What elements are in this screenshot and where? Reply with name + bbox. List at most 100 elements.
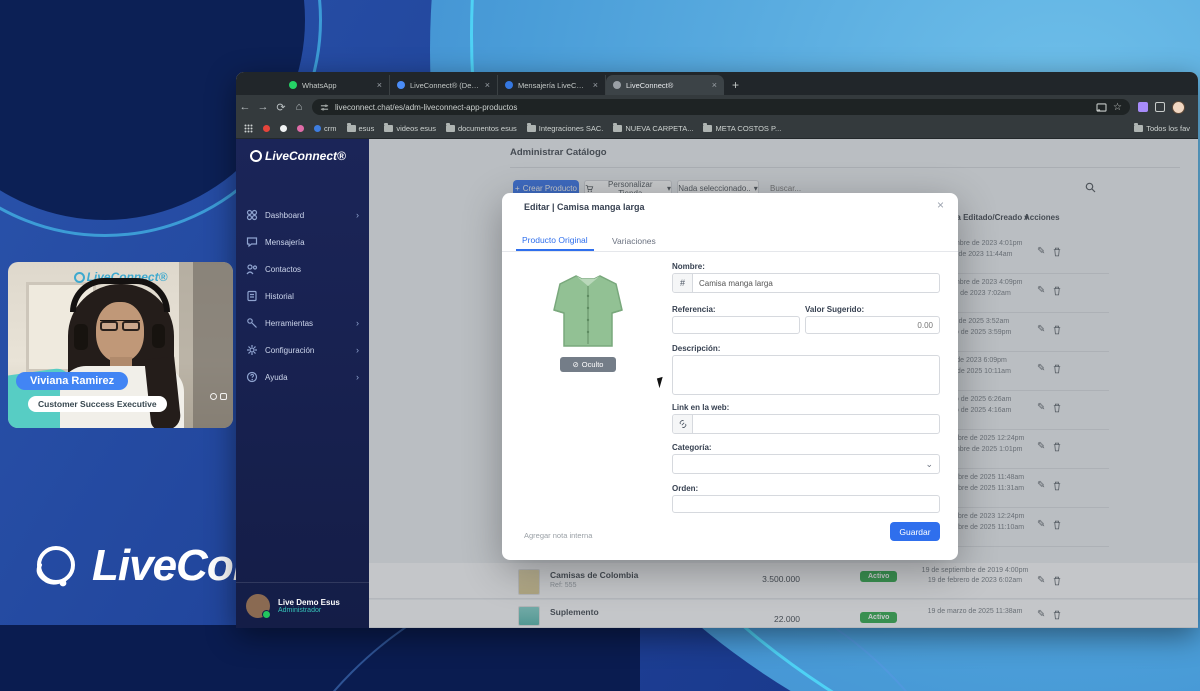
url-bar[interactable]: liveconnect.chat/es/adm-liveconnect-app-… xyxy=(312,99,1130,115)
person-hair xyxy=(144,357,181,428)
bookmark-favicon[interactable] xyxy=(280,125,287,132)
delete-icon[interactable] xyxy=(1053,325,1061,335)
sidebar-item-configuracion[interactable]: Configuración › xyxy=(236,338,369,362)
close-tab-icon[interactable]: × xyxy=(485,80,490,90)
liveconnect-favicon xyxy=(613,81,621,89)
sidebar-item-historial[interactable]: Historial xyxy=(236,284,369,308)
search-icon[interactable] xyxy=(1085,182,1096,193)
delete-icon[interactable] xyxy=(1053,610,1061,620)
reload-icon[interactable]: ⟳ xyxy=(272,101,290,114)
edit-icon[interactable]: ✎ xyxy=(1037,247,1045,257)
profile-avatar[interactable] xyxy=(1172,101,1185,114)
home-icon[interactable]: ⌂ xyxy=(290,101,308,113)
bookmark-nueva-carpeta[interactable]: NUEVA CARPETA... xyxy=(613,124,693,133)
new-tab-button[interactable]: + xyxy=(732,75,739,95)
delete-icon[interactable] xyxy=(1053,247,1061,257)
user-role: Administrador xyxy=(278,607,340,614)
bookmark-star-icon[interactable]: ☆ xyxy=(1113,102,1122,113)
bookmark-label: NUEVA CARPETA... xyxy=(625,124,693,133)
edit-icon[interactable]: ✎ xyxy=(1037,403,1045,413)
forward-icon[interactable]: → xyxy=(254,101,272,113)
product-row-suplemento[interactable]: Suplemento 22.000 Activo 19 de marzo de … xyxy=(369,600,1198,628)
bookmark-integraciones[interactable]: Integraciones SAC. xyxy=(527,124,604,133)
liveconnect-favicon xyxy=(505,81,513,89)
workspace-icon[interactable] xyxy=(1155,102,1165,112)
cast-icon[interactable] xyxy=(1096,103,1107,112)
hide-product-button[interactable]: ⊘ Oculto xyxy=(560,357,616,372)
folder-icon xyxy=(347,125,356,132)
edit-icon[interactable]: ✎ xyxy=(1037,325,1045,335)
bookmark-label: Todos los fav xyxy=(1146,124,1190,133)
delete-icon[interactable] xyxy=(1053,364,1061,374)
instagram-icon xyxy=(220,393,227,400)
tab-liveconnect-demo[interactable]: LiveConnect® (Demo) - Liv × xyxy=(390,75,498,95)
delete-icon[interactable] xyxy=(1053,403,1061,413)
extension-icon[interactable] xyxy=(1138,102,1148,112)
bookmark-favicon[interactable] xyxy=(297,125,304,132)
save-button[interactable]: Guardar xyxy=(890,522,940,541)
edit-icon[interactable]: ✎ xyxy=(1037,364,1045,374)
link-input[interactable] xyxy=(693,415,939,433)
speaker-title-badge: Customer Success Executive xyxy=(28,396,167,412)
bookmark-documentos-esus[interactable]: documentos esus xyxy=(446,124,517,133)
tab-whatsapp[interactable]: WhatsApp × xyxy=(282,75,390,95)
edit-icon[interactable]: ✎ xyxy=(1037,576,1045,586)
bookmark-crm[interactable]: crm xyxy=(314,124,337,133)
edit-icon[interactable]: ✎ xyxy=(1037,481,1045,491)
delete-icon[interactable] xyxy=(1053,576,1061,586)
sidebar-item-label: Herramientas xyxy=(265,319,313,328)
sidebar-item-label: Configuración xyxy=(265,346,314,355)
sidebar-item-dashboard[interactable]: Dashboard › xyxy=(236,203,369,227)
categoria-select[interactable]: ⌄ xyxy=(672,454,940,474)
edit-icon[interactable]: ✎ xyxy=(1037,520,1045,530)
bookmark-all-favorites[interactable]: Todos los fav xyxy=(1134,124,1190,133)
edit-icon[interactable]: ✎ xyxy=(1037,286,1045,296)
close-icon[interactable]: × xyxy=(937,198,944,212)
status-badge: Activo xyxy=(860,612,897,623)
sidebar-item-contactos[interactable]: Contactos xyxy=(236,257,369,281)
sidebar-item-mensajeria[interactable]: Mensajería xyxy=(236,230,369,254)
close-tab-icon[interactable]: × xyxy=(712,80,717,90)
nombre-input[interactable] xyxy=(693,274,939,292)
sidebar-user[interactable]: Live Demo Esus Administrador xyxy=(236,582,369,628)
field-label-link: Link en la web: xyxy=(672,403,729,412)
close-tab-icon[interactable]: × xyxy=(377,80,382,90)
edit-icon[interactable]: ✎ xyxy=(1037,442,1045,452)
field-label-orden: Orden: xyxy=(672,484,698,493)
tab-mensajeria[interactable]: Mensajería LiveConnect × xyxy=(498,75,606,95)
tab-producto-original[interactable]: Producto Original xyxy=(516,231,594,251)
descripcion-textarea[interactable] xyxy=(672,355,940,395)
delete-icon[interactable] xyxy=(1053,481,1061,491)
tab-variaciones[interactable]: Variaciones xyxy=(606,231,662,251)
add-internal-note-link[interactable]: Agregar nota interna xyxy=(524,531,592,540)
headphone-cup xyxy=(152,324,165,348)
folder-icon xyxy=(613,125,622,132)
folder-icon xyxy=(446,125,455,132)
delete-icon[interactable] xyxy=(1053,442,1061,452)
back-icon[interactable]: ← xyxy=(236,101,254,113)
product-price: 22.000 xyxy=(700,614,800,624)
headset-logo-icon xyxy=(30,540,82,592)
field-label-categoria: Categoría: xyxy=(672,443,712,452)
close-tab-icon[interactable]: × xyxy=(593,80,598,90)
apps-grid-icon[interactable] xyxy=(244,124,253,133)
webcam-video: LiveConnect® Viviana Ramirez Customer Su… xyxy=(8,262,233,428)
valor-sugerido-input[interactable] xyxy=(805,316,940,334)
bookmark-esus[interactable]: esus xyxy=(347,124,375,133)
product-row-camisas[interactable]: Camisas de Colombia Ref: 555 3.500.000 A… xyxy=(369,563,1198,599)
edit-icon[interactable]: ✎ xyxy=(1037,610,1045,620)
sidebar-item-ayuda[interactable]: Ayuda › xyxy=(236,365,369,389)
referencia-input[interactable] xyxy=(672,316,800,334)
tab-liveconnect-active[interactable]: LiveConnect® × xyxy=(606,75,724,95)
sidebar-item-herramientas[interactable]: Herramientas › xyxy=(236,311,369,335)
delete-icon[interactable] xyxy=(1053,286,1061,296)
bookmark-favicon[interactable] xyxy=(263,125,270,132)
bookmark-meta-costos[interactable]: META COSTOS P... xyxy=(703,124,781,133)
bookmark-videos-esus[interactable]: videos esus xyxy=(384,124,436,133)
user-avatar xyxy=(246,594,270,618)
orden-input[interactable] xyxy=(672,495,940,513)
bookmarks-bar: crm esus videos esus documentos esus Int… xyxy=(236,119,1198,139)
sidebar-item-label: Dashboard xyxy=(265,211,304,220)
link-input-group xyxy=(672,414,940,434)
delete-icon[interactable] xyxy=(1053,520,1061,530)
